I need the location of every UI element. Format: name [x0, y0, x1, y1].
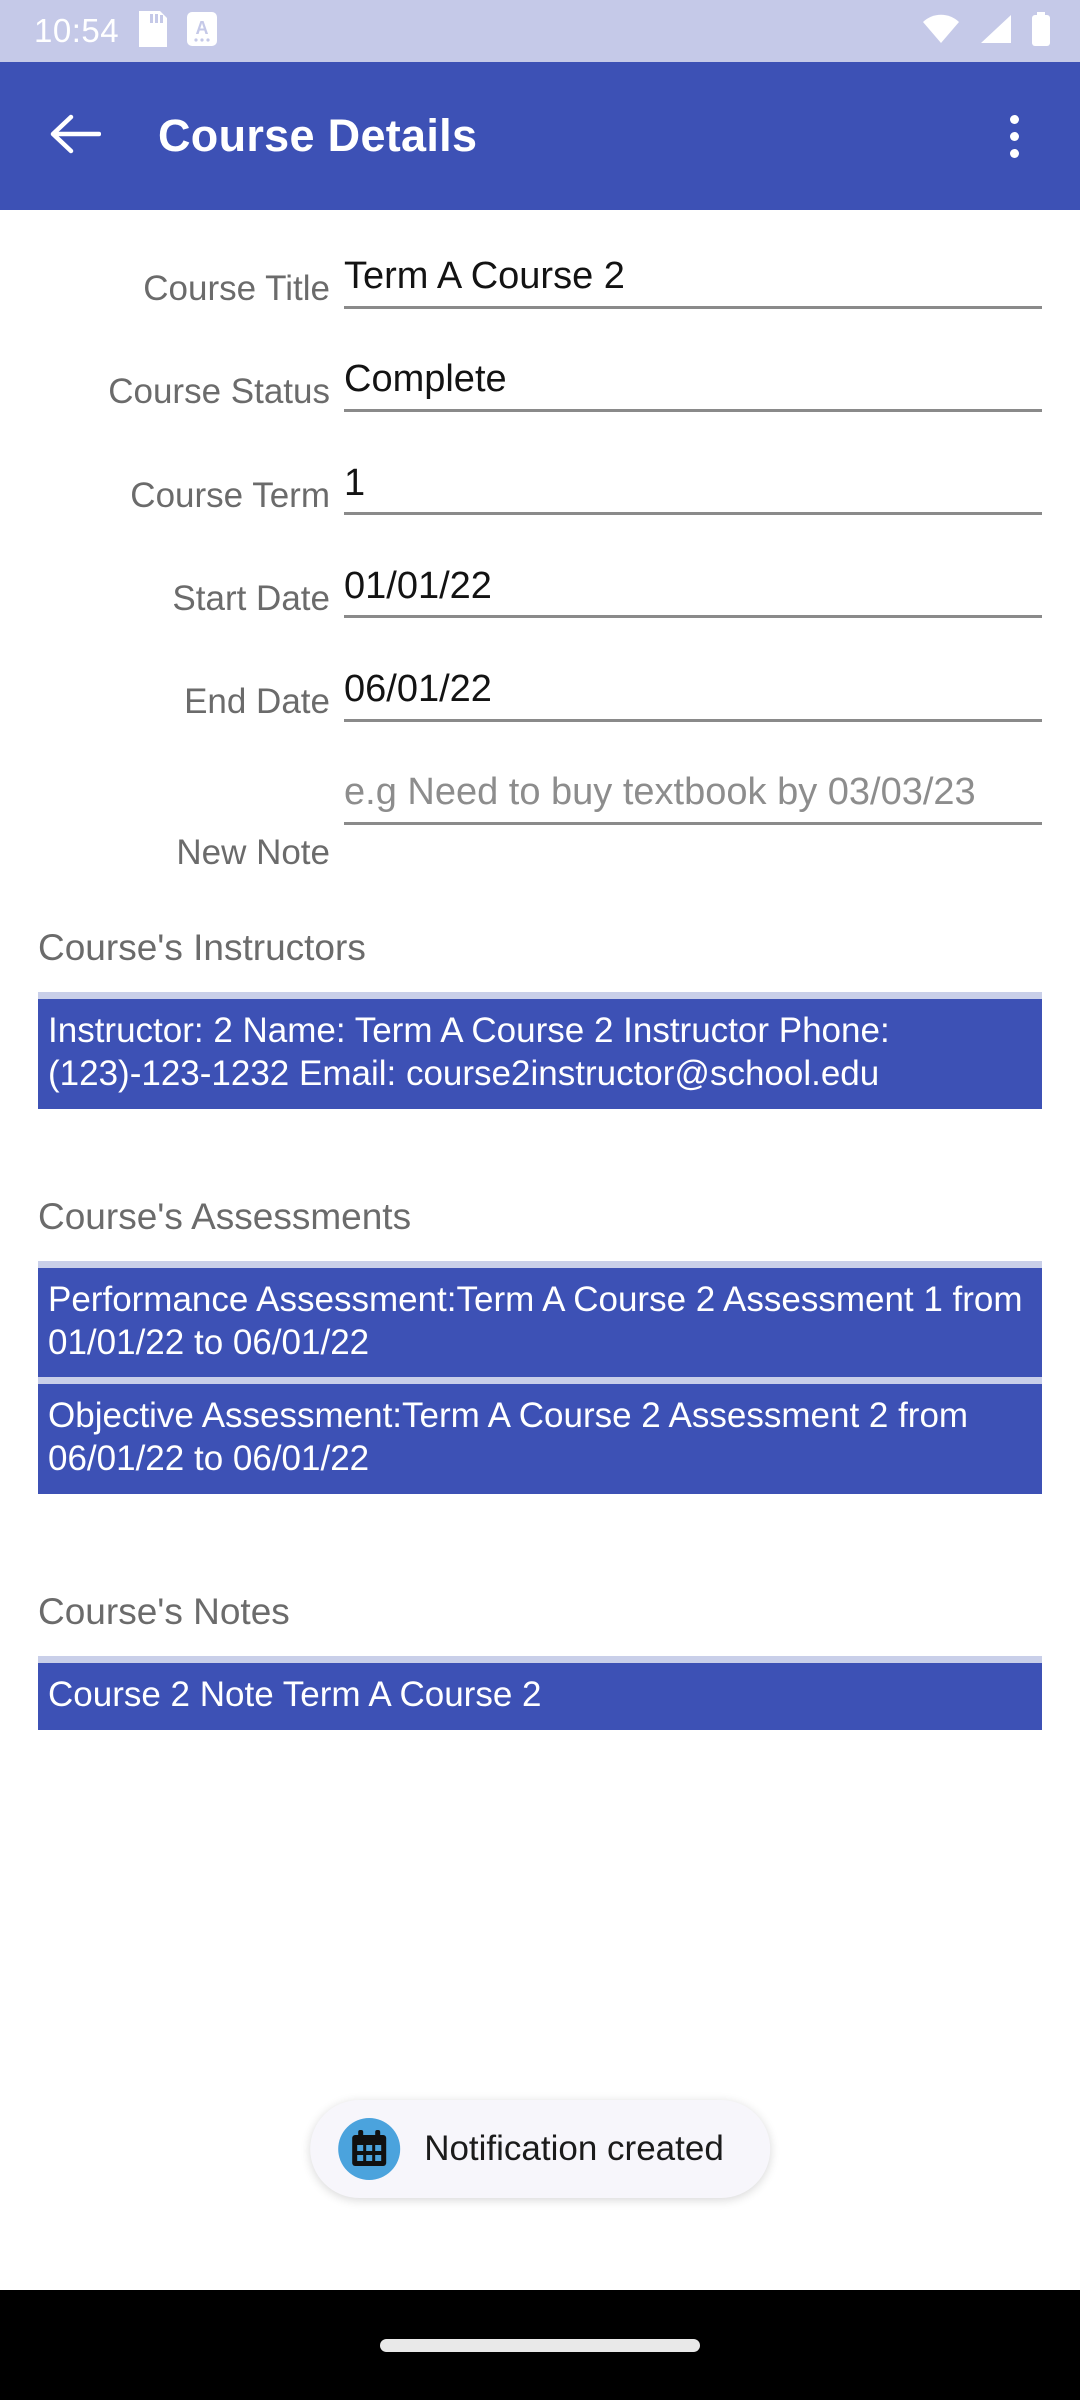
notes-heading: Course's Notes — [38, 1590, 290, 1632]
battery-icon — [1030, 11, 1052, 51]
assessments-heading: Course's Assessments — [38, 1195, 412, 1237]
new-note-underline — [344, 822, 1042, 826]
course-status-underline — [344, 408, 1042, 412]
form-row-course-title: Course Title Term A Course 2 — [38, 254, 1042, 309]
back-arrow-icon — [49, 112, 102, 161]
course-status-label: Course Status — [108, 372, 330, 412]
overflow-menu-button[interactable] — [982, 96, 1046, 176]
start-date-underline — [344, 615, 1042, 619]
sd-card-icon — [139, 10, 168, 52]
form-row-new-note: New Note e.g Need to buy textbook by 03/… — [38, 770, 1042, 873]
instructors-list: Instructor: 2 Name: Term A Course 2 Inst… — [38, 992, 1042, 1109]
toast-notification: Notification created — [310, 2100, 770, 2198]
list-item[interactable]: Course 2 Note Term A Course 2 — [38, 1663, 1042, 1730]
overflow-menu-icon-dot2 — [1009, 131, 1019, 141]
form-row-course-term: Course Term 1 — [38, 461, 1042, 516]
back-button[interactable] — [40, 101, 110, 171]
page-title: Course Details — [158, 110, 478, 161]
start-date-input[interactable]: 01/01/22 — [344, 564, 1042, 616]
system-navigation-bar — [0, 2290, 1080, 2400]
list-item[interactable]: Objective Assessment:Term A Course 2 Ass… — [38, 1377, 1042, 1494]
overflow-menu-icon-dot3 — [1009, 148, 1019, 158]
end-date-underline — [344, 718, 1042, 722]
assessments-section: Course's Assessments Performance Assessm… — [0, 1195, 1080, 1494]
start-date-label: Start Date — [172, 578, 330, 618]
new-note-input[interactable]: e.g Need to buy textbook by 03/03/23 — [344, 770, 1042, 822]
course-status-control[interactable]: Complete — [344, 357, 1042, 412]
screenshot-a-icon: A — [187, 11, 218, 51]
new-note-control[interactable]: e.g Need to buy textbook by 03/03/23 — [344, 770, 1042, 826]
end-date-control[interactable]: 06/01/22 — [344, 667, 1042, 722]
phone-screen: 10:54 A Course Details Course Title Term… — [0, 0, 1080, 2400]
form-row-end-date: End Date 06/01/22 — [38, 667, 1042, 722]
list-item[interactable]: Performance Assessment:Term A Course 2 A… — [38, 1267, 1042, 1378]
app-bar: Course Details — [0, 62, 1080, 210]
start-date-control[interactable]: 01/01/22 — [344, 564, 1042, 619]
course-term-input[interactable]: 1 — [344, 461, 1042, 513]
assessments-list: Performance Assessment:Term A Course 2 A… — [38, 1260, 1042, 1494]
toast-message: Notification created — [424, 2129, 724, 2168]
end-date-input[interactable]: 06/01/22 — [344, 667, 1042, 719]
course-term-underline — [344, 512, 1042, 516]
status-bar-right — [922, 11, 1052, 51]
gesture-home-handle[interactable] — [380, 2338, 700, 2352]
status-bar-clock: 10:54 — [34, 12, 120, 49]
calendar-icon — [338, 2118, 401, 2180]
form-row-course-status: Course Status Complete — [38, 357, 1042, 412]
wifi-icon — [922, 14, 960, 49]
course-title-underline — [344, 305, 1042, 309]
course-title-input[interactable]: Term A Course 2 — [344, 254, 1042, 306]
overflow-menu-icon — [1009, 114, 1019, 124]
end-date-label: End Date — [184, 682, 330, 722]
notes-section: Course's Notes Course 2 Note Term A Cour… — [0, 1590, 1080, 1730]
instructors-heading: Course's Instructors — [38, 926, 366, 968]
course-term-label: Course Term — [130, 475, 330, 515]
notes-list: Course 2 Note Term A Course 2 — [38, 1656, 1042, 1730]
status-bar: 10:54 A — [0, 0, 1080, 62]
status-bar-left: 10:54 A — [34, 10, 218, 52]
svg-text:A: A — [196, 18, 209, 38]
new-note-label: New Note — [176, 833, 330, 873]
course-status-input[interactable]: Complete — [344, 357, 1042, 409]
course-title-label: Course Title — [143, 269, 330, 308]
form-row-start-date: Start Date 01/01/22 — [38, 564, 1042, 619]
cell-signal-icon — [978, 14, 1012, 49]
course-form: Course Title Term A Course 2 Course Stat… — [0, 254, 1080, 874]
instructors-section: Course's Instructors Instructor: 2 Name:… — [0, 926, 1080, 1109]
course-title-control[interactable]: Term A Course 2 — [344, 254, 1042, 309]
list-item[interactable]: Instructor: 2 Name: Term A Course 2 Inst… — [38, 999, 1042, 1109]
course-term-control[interactable]: 1 — [344, 461, 1042, 516]
